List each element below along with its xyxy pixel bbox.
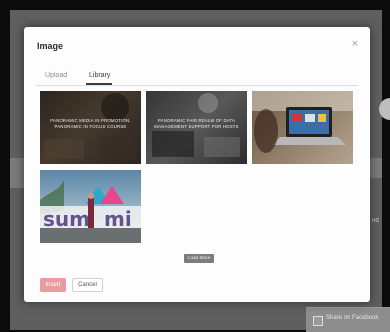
- library-image[interactable]: sum mi: [40, 170, 141, 243]
- active-tab-indicator: [86, 83, 112, 85]
- background-text: nd: [372, 218, 379, 224]
- tab-bar: Upload Library: [36, 70, 358, 86]
- load-more-button[interactable]: Load More: [184, 254, 214, 263]
- background-bar: [10, 158, 24, 188]
- library-image[interactable]: [252, 91, 353, 164]
- image-modal: Image × Upload Library PANORAMIC MEDIA I…: [24, 27, 370, 302]
- share-checkbox-label: Share on Facebook: [326, 315, 379, 321]
- tab-upload[interactable]: Upload: [45, 72, 67, 79]
- share-checkbox: [313, 316, 323, 326]
- image-caption: PANORAMIC MEDIA IN PROMOTION, PANORAMIC …: [50, 118, 131, 129]
- image-art: sum mi: [40, 180, 141, 243]
- library-image[interactable]: PANORAMIC MEDIA IN PROMOTION, PANORAMIC …: [40, 91, 141, 164]
- modal-title: Image: [37, 41, 64, 51]
- library-image[interactable]: PANORAMIC FAIR REALM OF DATA MANAGEMENT …: [146, 91, 247, 164]
- insert-button[interactable]: Insert: [40, 278, 66, 292]
- close-icon[interactable]: ×: [352, 38, 358, 50]
- image-caption: PANORAMIC FAIR REALM OF DATA MANAGEMENT …: [154, 118, 239, 129]
- tab-library[interactable]: Library: [89, 72, 110, 79]
- svg-text:mi: mi: [104, 207, 132, 231]
- image-art: [252, 91, 353, 153]
- svg-text:sum: sum: [43, 207, 90, 231]
- cancel-button[interactable]: Cancel: [72, 278, 103, 292]
- share-on-facebook-option: Share on Facebook: [306, 307, 390, 332]
- background-bar: [370, 158, 382, 178]
